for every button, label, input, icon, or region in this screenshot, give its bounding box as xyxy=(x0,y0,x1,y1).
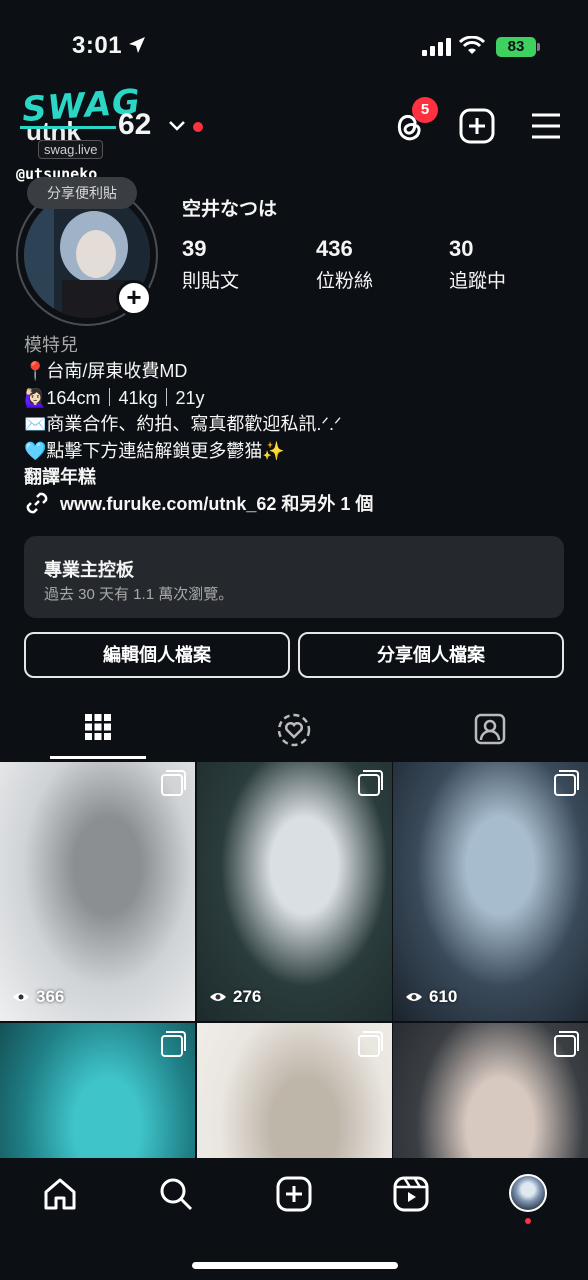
status-time: 3:01 xyxy=(72,32,123,59)
stat-value: 30 xyxy=(449,236,474,261)
profile-avatar[interactable] xyxy=(509,1174,547,1212)
tab-grid[interactable] xyxy=(0,708,196,760)
stat-value: 436 xyxy=(316,236,353,261)
bio-line: 🙋🏻‍♀️164cm｜41kg｜21y xyxy=(24,387,205,408)
view-count-value: 276 xyxy=(233,987,262,1006)
tab-reposts[interactable] xyxy=(196,708,392,760)
battery-level: 83 xyxy=(496,37,536,57)
carousel-icon xyxy=(161,1031,186,1057)
professional-dashboard[interactable]: 專業主控板 過去 30 天有 1.1 萬次瀏覽。 xyxy=(24,536,564,618)
view-count-value: 610 xyxy=(429,987,458,1006)
bio-line: 📍台南/屏東收費MD xyxy=(24,361,188,381)
link-icon xyxy=(26,492,48,514)
account-switcher[interactable]: 62 xyxy=(118,108,151,142)
view-count: 366 xyxy=(12,987,64,1007)
stat-following[interactable]: 30 追蹤中 xyxy=(449,236,506,293)
carousel-icon xyxy=(358,770,383,796)
new-post-icon[interactable] xyxy=(459,108,495,144)
nav-notification-dot xyxy=(525,1218,531,1224)
dashboard-title: 專業主控板 xyxy=(44,560,134,580)
carousel-icon xyxy=(554,1031,579,1057)
home-icon[interactable] xyxy=(42,1176,78,1212)
bio-line: ✉️商業合作、約拍、寫真都歡迎私訊.ᐟ.ᐟ xyxy=(24,414,342,434)
carousel-icon xyxy=(161,770,186,796)
tab-tagged[interactable] xyxy=(392,708,588,760)
stat-label: 則貼文 xyxy=(182,271,240,292)
notification-dot xyxy=(193,122,203,132)
link-text[interactable]: www.furuke.com/utnk_62 和另外 1 個 xyxy=(60,490,373,516)
post-tile[interactable]: 366 xyxy=(0,762,195,1021)
bio-line: 🩵點擊下方連結解鎖更多鬱猫✨ xyxy=(24,440,285,461)
location-arrow-icon xyxy=(129,37,145,53)
external-link[interactable]: www.furuke.com/utnk_62 和另外 1 個 xyxy=(24,490,373,516)
chevron-down-icon[interactable] xyxy=(168,120,186,132)
status-bar: 3:01 83 xyxy=(0,0,588,96)
create-icon[interactable] xyxy=(276,1176,312,1212)
add-story-button[interactable]: + xyxy=(116,280,152,316)
bio: 模特兒 📍台南/屏東收費MD 🙋🏻‍♀️164cm｜41kg｜21y ✉️商業合… xyxy=(24,332,564,491)
view-count: 276 xyxy=(209,987,261,1007)
bio-category: 模特兒 xyxy=(24,335,78,355)
stat-posts[interactable]: 39 則貼文 xyxy=(182,236,239,293)
view-count-value: 366 xyxy=(36,987,65,1006)
carousel-icon xyxy=(358,1031,383,1057)
note-bubble[interactable]: 分享便利貼 xyxy=(27,177,137,209)
eye-icon xyxy=(406,993,422,1001)
reels-icon[interactable] xyxy=(393,1176,429,1212)
tab-underline xyxy=(50,756,146,759)
grid-icon xyxy=(85,714,111,740)
stat-followers[interactable]: 436 位粉絲 xyxy=(316,236,373,293)
battery-cap xyxy=(537,43,540,51)
threads-badge: 5 xyxy=(412,97,438,123)
brand-strike xyxy=(20,126,116,129)
stat-label: 位粉絲 xyxy=(316,271,374,292)
reposts-icon xyxy=(277,713,311,747)
wifi-icon xyxy=(458,36,486,54)
eye-icon xyxy=(210,993,226,1001)
post-tile[interactable]: 610 xyxy=(393,762,588,1021)
search-icon[interactable] xyxy=(158,1176,194,1212)
view-count: 610 xyxy=(405,987,457,1007)
brand-sticker: SWAG utnk swag.live xyxy=(20,82,142,160)
share-profile-button[interactable]: 分享個人檔案 xyxy=(298,632,564,678)
brand-sub: swag.live xyxy=(38,140,104,159)
menu-icon[interactable] xyxy=(530,112,562,140)
post-tile[interactable]: 276 xyxy=(197,762,392,1021)
stat-label: 追蹤中 xyxy=(449,271,507,292)
edit-profile-button[interactable]: 編輯個人檔案 xyxy=(24,632,290,678)
cellular-signal-icon xyxy=(422,38,451,56)
tagged-icon xyxy=(474,713,506,745)
display-name: 空井なつは xyxy=(182,199,278,220)
home-indicator xyxy=(192,1262,398,1269)
dashboard-subtitle: 過去 30 天有 1.1 萬次瀏覽。 xyxy=(44,586,234,603)
carousel-icon xyxy=(554,770,579,796)
stat-value: 39 xyxy=(182,236,207,261)
translate-link[interactable]: 翻譯年糕 xyxy=(24,464,564,491)
eye-icon xyxy=(13,993,29,1001)
